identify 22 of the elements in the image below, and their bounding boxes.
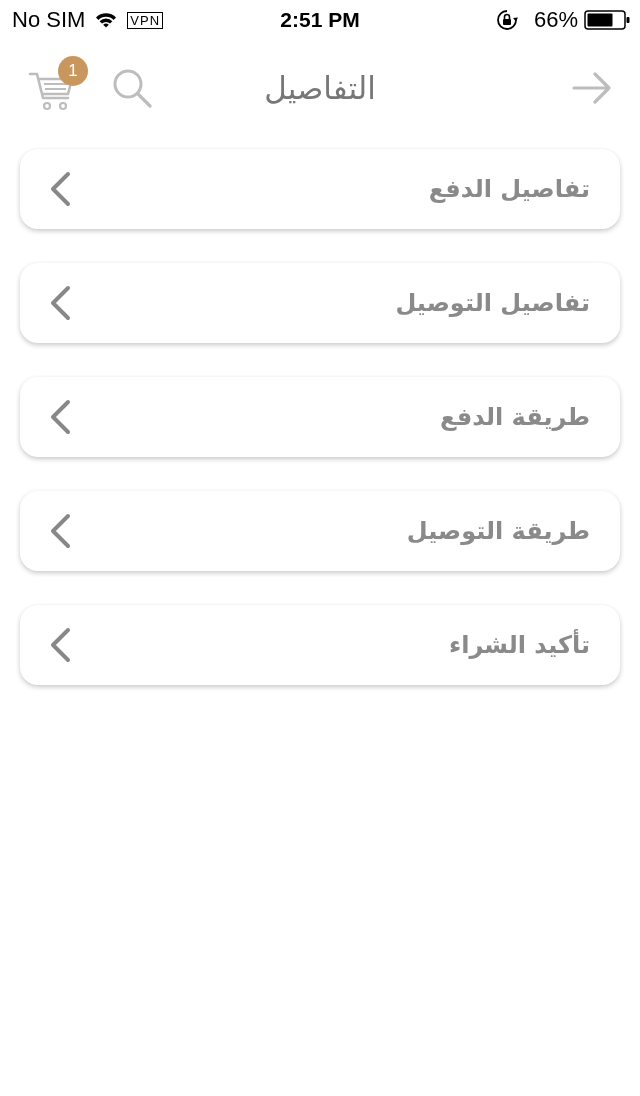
- cart-count-badge: 1: [58, 55, 88, 86]
- menu-item[interactable]: تأكيد الشراء: [20, 605, 620, 685]
- arrow-right-icon[interactable]: [572, 71, 612, 104]
- cart-button[interactable]: 1: [28, 55, 88, 112]
- carrier-text: No SIM: [12, 7, 86, 33]
- battery-icon: [584, 10, 630, 30]
- menu-item[interactable]: طريقة التوصيل: [20, 491, 620, 571]
- menu-item[interactable]: تفاصيل التوصيل: [20, 263, 620, 343]
- menu-item[interactable]: تفاصيل الدفع: [20, 149, 620, 229]
- wifi-icon: [95, 12, 118, 28]
- chevron-left-icon: [49, 399, 71, 435]
- page-title: التفاصيل: [264, 69, 376, 106]
- menu-item[interactable]: طريقة الدفع: [20, 377, 620, 457]
- rotation-lock-icon: [495, 9, 518, 31]
- search-icon[interactable]: [112, 67, 152, 108]
- vpn-indicator: VPN: [127, 11, 164, 29]
- chevron-left-icon: [49, 627, 71, 663]
- battery-percent: 66%: [533, 7, 578, 33]
- clock-time: 2:51 PM: [280, 8, 360, 32]
- chevron-left-icon: [49, 171, 71, 207]
- chevron-left-icon: [49, 285, 71, 321]
- chevron-left-icon: [49, 513, 71, 549]
